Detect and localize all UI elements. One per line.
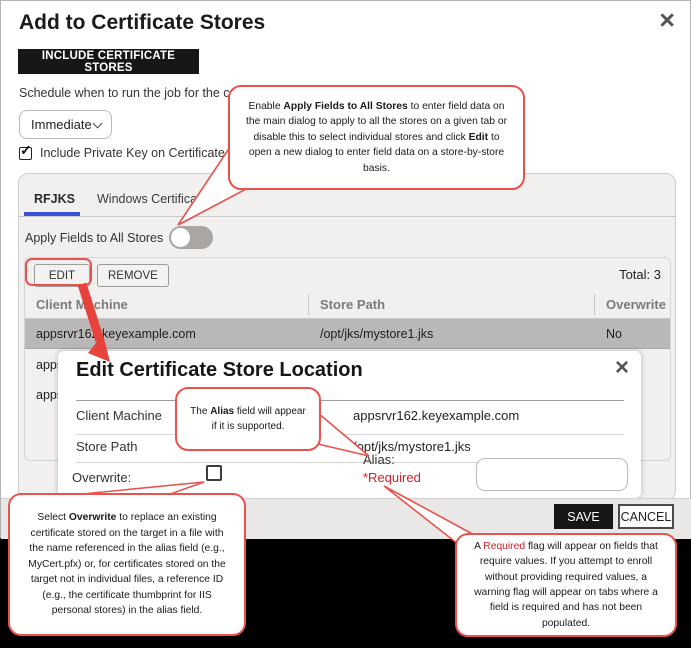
required-flag: *Required xyxy=(363,470,421,485)
cell-overwrite: No xyxy=(606,327,622,341)
callout-text: A Required flag will appear on fields th… xyxy=(457,533,675,638)
checkmark-icon: ✓ xyxy=(20,142,32,159)
header-client-machine: Client Machine xyxy=(36,297,128,312)
private-key-label: Include Private Key on Certificate Store xyxy=(40,146,258,160)
store-path-label: Store Path xyxy=(76,439,137,454)
dialog-title: Add to Certificate Stores xyxy=(19,11,265,35)
header-divider xyxy=(308,294,309,315)
header-overwrite: Overwrite xyxy=(606,297,666,312)
apply-fields-toggle[interactable] xyxy=(169,226,213,249)
apply-fields-row: Apply Fields to All Stores xyxy=(25,226,213,249)
add-to-certificate-stores-dialog: Add to Certificate Stores × INCLUDE CERT… xyxy=(0,0,691,538)
client-machine-label: Client Machine xyxy=(76,408,162,423)
total-count: Total: 3 xyxy=(619,267,661,282)
private-key-checkbox-row: ✓ Include Private Key on Certificate Sto… xyxy=(19,146,258,160)
client-machine-value: appsrvr162.keyexample.com xyxy=(353,408,519,423)
schedule-select[interactable]: Immediate xyxy=(19,110,112,139)
cell-store-path: /opt/jks/mystore1.jks xyxy=(320,327,433,341)
overwrite-label: Overwrite: xyxy=(72,470,131,485)
callout-required-flag: A Required flag will appear on fields th… xyxy=(455,533,677,637)
schedule-select-value: Immediate xyxy=(31,117,92,132)
tab-divider xyxy=(19,216,675,217)
cancel-button[interactable]: CANCEL xyxy=(618,504,674,529)
cell-client-machine: appsrvr162.keyexample.com xyxy=(36,327,196,341)
close-icon[interactable]: × xyxy=(615,356,629,380)
edit-dialog-title: Edit Certificate Store Location xyxy=(76,359,363,382)
remove-button[interactable]: REMOVE xyxy=(97,264,169,287)
alias-input[interactable] xyxy=(476,458,628,491)
edit-button[interactable]: EDIT xyxy=(34,264,90,287)
callout-overwrite: Select Overwrite to replace an existing … xyxy=(8,493,246,636)
edit-certificate-store-location-dialog: Edit Certificate Store Location × Client… xyxy=(58,351,641,498)
close-icon[interactable]: × xyxy=(659,7,675,34)
tab-rfjks[interactable]: RFJKS xyxy=(34,192,75,206)
toggle-knob-icon xyxy=(171,228,190,247)
save-button[interactable]: SAVE xyxy=(554,504,613,529)
table-header: Client Machine Store Path Overwrite xyxy=(25,290,670,319)
chevron-down-icon xyxy=(93,119,103,129)
divider xyxy=(76,400,624,401)
tab-windows-certificate[interactable]: Windows Certificate xyxy=(97,192,207,206)
include-certificate-stores-button[interactable]: INCLUDE CERTIFICATE STORES xyxy=(18,49,199,74)
divider xyxy=(76,434,624,435)
annotated-screenshot: Add to Certificate Stores × INCLUDE CERT… xyxy=(0,0,691,648)
callout-text: The Alias field will appear if it is sup… xyxy=(177,398,319,440)
apply-fields-label: Apply Fields to All Stores xyxy=(25,231,163,245)
private-key-checkbox[interactable]: ✓ xyxy=(19,147,32,160)
callout-alias-field: The Alias field will appear if it is sup… xyxy=(175,387,321,451)
callout-apply-fields: Enable Apply Fields to All Stores to ent… xyxy=(228,85,525,190)
overwrite-checkbox[interactable] xyxy=(206,465,222,481)
callout-text: Select Overwrite to replace an existing … xyxy=(10,504,244,624)
alias-label: Alias: xyxy=(363,452,395,467)
callout-text: Enable Apply Fields to All Stores to ent… xyxy=(230,93,523,182)
header-divider xyxy=(594,294,595,315)
table-row-selected[interactable]: appsrvr162.keyexample.com /opt/jks/mysto… xyxy=(25,319,670,349)
header-store-path: Store Path xyxy=(320,297,385,312)
